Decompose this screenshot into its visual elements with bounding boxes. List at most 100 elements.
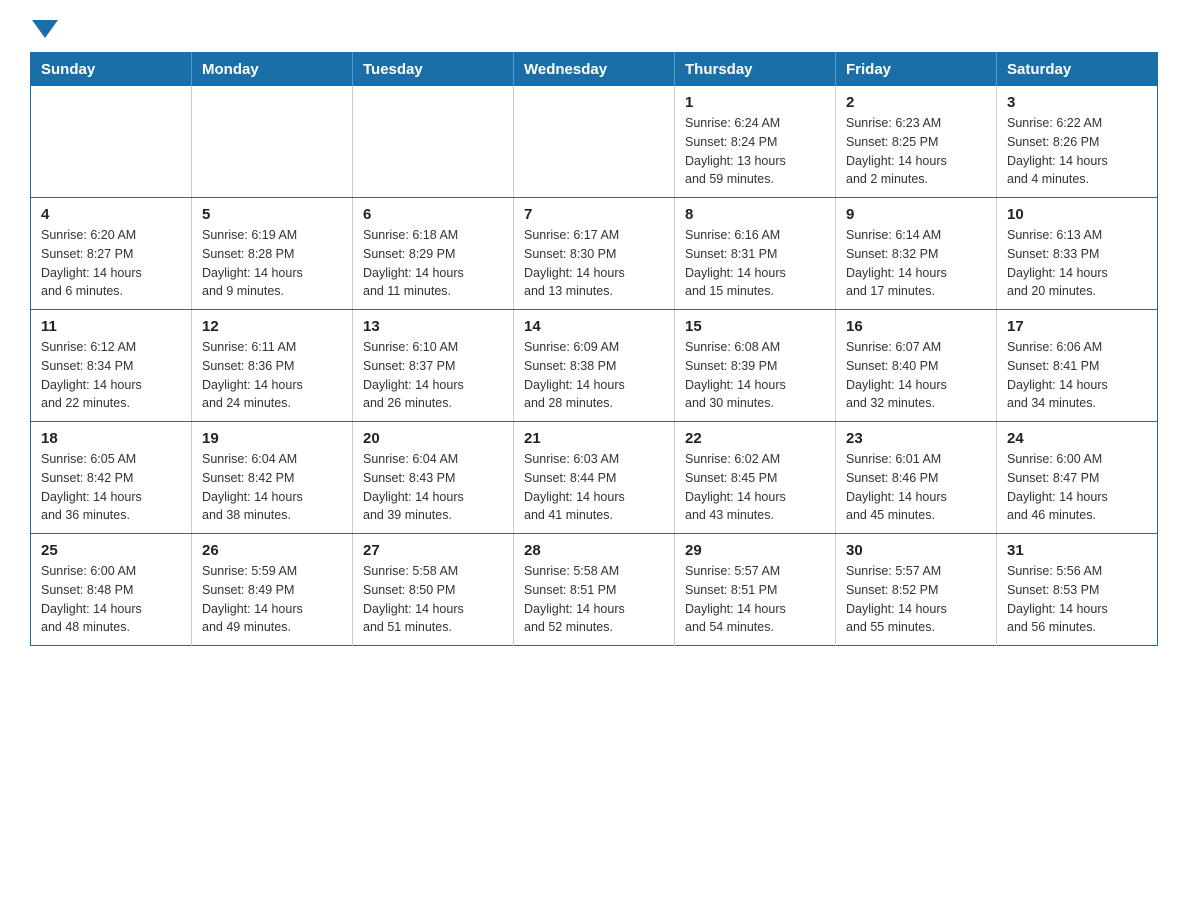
calendar-day-cell: 5 Sunrise: 6:19 AM Sunset: 8:28 PM Daylig… [192,198,353,310]
calendar-week-row: 11 Sunrise: 6:12 AM Sunset: 8:34 PM Dayli… [31,310,1158,422]
calendar-day-cell: 12 Sunrise: 6:11 AM Sunset: 8:36 PM Dayli… [192,310,353,422]
day-info: Sunrise: 6:09 AM Sunset: 8:38 PM Dayligh… [524,338,664,413]
day-info: Sunrise: 5:58 AM Sunset: 8:50 PM Dayligh… [363,562,503,637]
calendar-week-row: 1 Sunrise: 6:24 AM Sunset: 8:24 PM Daylig… [31,86,1158,198]
calendar-day-cell: 19 Sunrise: 6:04 AM Sunset: 8:42 PM Dayli… [192,422,353,534]
day-number: 9 [846,206,986,223]
day-number: 23 [846,430,986,447]
day-number: 12 [202,318,342,335]
day-number: 1 [685,94,825,111]
page-header [30,20,1158,34]
day-number: 20 [363,430,503,447]
calendar-day-header: Sunday [31,53,192,87]
day-number: 14 [524,318,664,335]
calendar-day-cell: 4 Sunrise: 6:20 AM Sunset: 8:27 PM Daylig… [31,198,192,310]
calendar-day-cell [192,86,353,198]
calendar-week-row: 25 Sunrise: 6:00 AM Sunset: 8:48 PM Dayli… [31,534,1158,646]
calendar-day-cell: 8 Sunrise: 6:16 AM Sunset: 8:31 PM Daylig… [675,198,836,310]
day-info: Sunrise: 6:02 AM Sunset: 8:45 PM Dayligh… [685,450,825,525]
calendar-day-cell: 27 Sunrise: 5:58 AM Sunset: 8:50 PM Dayli… [353,534,514,646]
day-info: Sunrise: 6:04 AM Sunset: 8:42 PM Dayligh… [202,450,342,525]
day-number: 21 [524,430,664,447]
calendar-header-row: SundayMondayTuesdayWednesdayThursdayFrid… [31,53,1158,87]
day-info: Sunrise: 6:16 AM Sunset: 8:31 PM Dayligh… [685,226,825,301]
calendar-day-cell: 1 Sunrise: 6:24 AM Sunset: 8:24 PM Daylig… [675,86,836,198]
calendar-day-cell: 21 Sunrise: 6:03 AM Sunset: 8:44 PM Dayli… [514,422,675,534]
day-info: Sunrise: 6:17 AM Sunset: 8:30 PM Dayligh… [524,226,664,301]
day-info: Sunrise: 6:01 AM Sunset: 8:46 PM Dayligh… [846,450,986,525]
calendar-day-header: Thursday [675,53,836,87]
calendar-day-cell: 9 Sunrise: 6:14 AM Sunset: 8:32 PM Daylig… [836,198,997,310]
day-number: 7 [524,206,664,223]
calendar-day-header: Saturday [997,53,1158,87]
calendar-day-cell: 26Sunrise: 5:59 AM Sunset: 8:49 PM Dayli… [192,534,353,646]
day-number: 19 [202,430,342,447]
calendar-day-cell [353,86,514,198]
day-number: 29 [685,542,825,559]
calendar-day-cell [31,86,192,198]
day-number: 8 [685,206,825,223]
day-number: 13 [363,318,503,335]
calendar-day-cell: 25 Sunrise: 6:00 AM Sunset: 8:48 PM Dayli… [31,534,192,646]
calendar-day-cell: 20 Sunrise: 6:04 AM Sunset: 8:43 PM Dayli… [353,422,514,534]
day-number: 25 [41,542,181,559]
day-number: 6 [363,206,503,223]
calendar-day-cell: 31Sunrise: 5:56 AM Sunset: 8:53 PM Dayli… [997,534,1158,646]
day-info: Sunrise: 6:14 AM Sunset: 8:32 PM Dayligh… [846,226,986,301]
day-info: Sunrise: 6:13 AM Sunset: 8:33 PM Dayligh… [1007,226,1147,301]
day-number: 30 [846,542,986,559]
day-info: Sunrise: 6:06 AM Sunset: 8:41 PM Dayligh… [1007,338,1147,413]
day-info: Sunrise: 6:24 AM Sunset: 8:24 PM Dayligh… [685,114,825,189]
day-number: 27 [363,542,503,559]
calendar-day-cell: 16 Sunrise: 6:07 AM Sunset: 8:40 PM Dayli… [836,310,997,422]
day-info: Sunrise: 6:19 AM Sunset: 8:28 PM Dayligh… [202,226,342,301]
calendar-day-cell: 11 Sunrise: 6:12 AM Sunset: 8:34 PM Dayli… [31,310,192,422]
day-info: Sunrise: 6:18 AM Sunset: 8:29 PM Dayligh… [363,226,503,301]
day-number: 5 [202,206,342,223]
day-info: Sunrise: 6:05 AM Sunset: 8:42 PM Dayligh… [41,450,181,525]
day-info: Sunrise: 6:08 AM Sunset: 8:39 PM Dayligh… [685,338,825,413]
calendar-day-cell: 29Sunrise: 5:57 AM Sunset: 8:51 PM Dayli… [675,534,836,646]
calendar-day-header: Tuesday [353,53,514,87]
day-number: 10 [1007,206,1147,223]
calendar-day-cell: 3Sunrise: 6:22 AM Sunset: 8:26 PM Daylig… [997,86,1158,198]
calendar-day-cell: 2Sunrise: 6:23 AM Sunset: 8:25 PM Daylig… [836,86,997,198]
day-number: 4 [41,206,181,223]
calendar-day-cell: 24 Sunrise: 6:00 AM Sunset: 8:47 PM Dayli… [997,422,1158,534]
calendar-day-header: Wednesday [514,53,675,87]
day-number: 18 [41,430,181,447]
calendar-day-header: Monday [192,53,353,87]
day-info: Sunrise: 6:03 AM Sunset: 8:44 PM Dayligh… [524,450,664,525]
day-info: Sunrise: 6:04 AM Sunset: 8:43 PM Dayligh… [363,450,503,525]
day-info: Sunrise: 6:00 AM Sunset: 8:48 PM Dayligh… [41,562,181,637]
day-info: Sunrise: 5:58 AM Sunset: 8:51 PM Dayligh… [524,562,664,637]
calendar-day-cell: 10 Sunrise: 6:13 AM Sunset: 8:33 PM Dayli… [997,198,1158,310]
day-info: Sunrise: 6:23 AM Sunset: 8:25 PM Dayligh… [846,114,986,189]
day-number: 31 [1007,542,1147,559]
calendar-day-cell: 13Sunrise: 6:10 AM Sunset: 8:37 PM Dayli… [353,310,514,422]
day-number: 11 [41,318,181,335]
calendar-day-cell: 18 Sunrise: 6:05 AM Sunset: 8:42 PM Dayli… [31,422,192,534]
calendar-day-cell: 22Sunrise: 6:02 AM Sunset: 8:45 PM Dayli… [675,422,836,534]
calendar-day-header: Friday [836,53,997,87]
day-info: Sunrise: 6:20 AM Sunset: 8:27 PM Dayligh… [41,226,181,301]
day-number: 16 [846,318,986,335]
day-info: Sunrise: 6:07 AM Sunset: 8:40 PM Dayligh… [846,338,986,413]
calendar-day-cell: 15 Sunrise: 6:08 AM Sunset: 8:39 PM Dayli… [675,310,836,422]
logo [30,20,58,34]
calendar-day-cell: 23 Sunrise: 6:01 AM Sunset: 8:46 PM Dayli… [836,422,997,534]
calendar-week-row: 4 Sunrise: 6:20 AM Sunset: 8:27 PM Daylig… [31,198,1158,310]
calendar-day-cell: 14 Sunrise: 6:09 AM Sunset: 8:38 PM Dayli… [514,310,675,422]
day-info: Sunrise: 6:00 AM Sunset: 8:47 PM Dayligh… [1007,450,1147,525]
calendar-table: SundayMondayTuesdayWednesdayThursdayFrid… [30,52,1158,646]
calendar-week-row: 18 Sunrise: 6:05 AM Sunset: 8:42 PM Dayli… [31,422,1158,534]
day-number: 3 [1007,94,1147,111]
calendar-day-cell: 28 Sunrise: 5:58 AM Sunset: 8:51 PM Dayli… [514,534,675,646]
day-info: Sunrise: 6:11 AM Sunset: 8:36 PM Dayligh… [202,338,342,413]
day-info: Sunrise: 6:12 AM Sunset: 8:34 PM Dayligh… [41,338,181,413]
day-number: 28 [524,542,664,559]
day-number: 26 [202,542,342,559]
day-number: 24 [1007,430,1147,447]
day-number: 15 [685,318,825,335]
day-number: 17 [1007,318,1147,335]
